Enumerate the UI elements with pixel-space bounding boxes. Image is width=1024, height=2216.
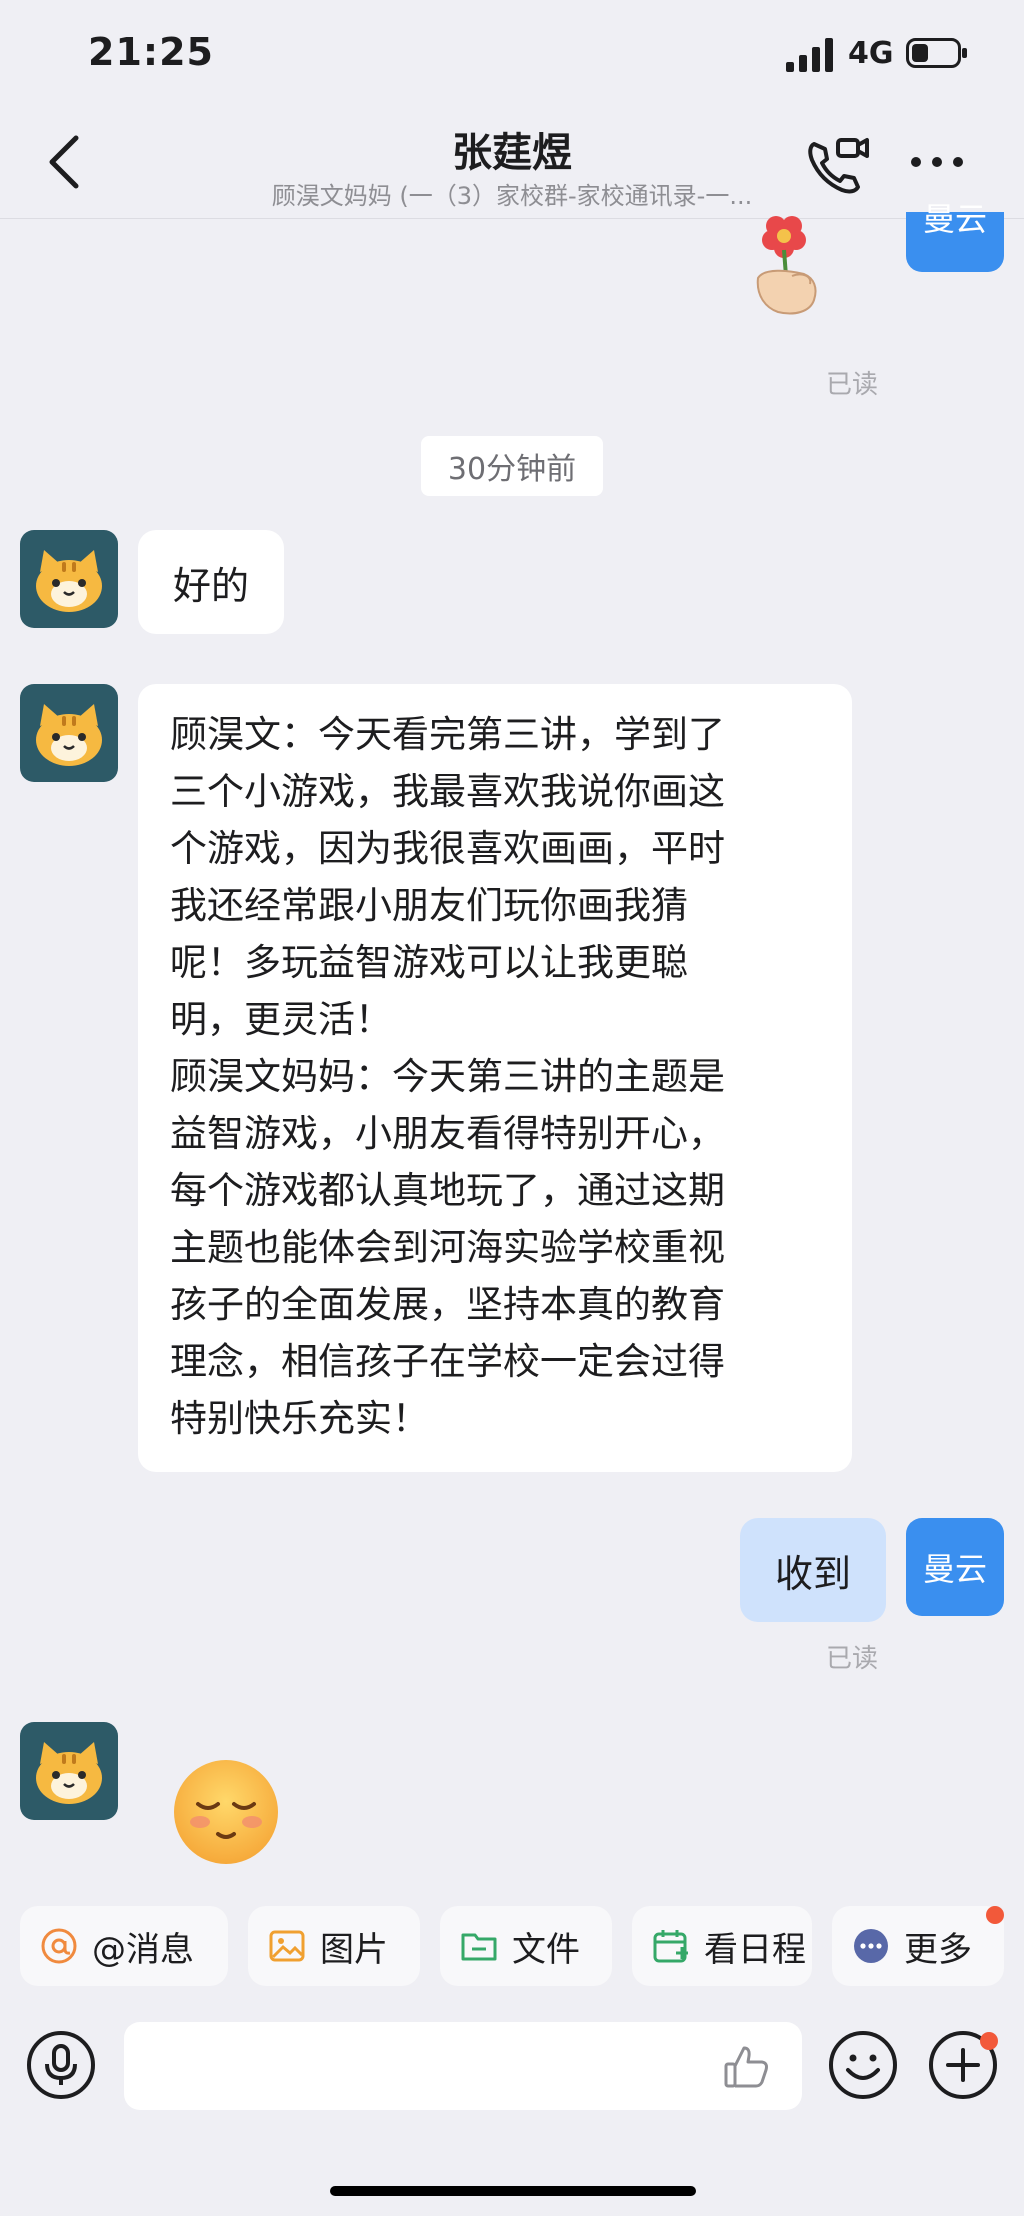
message-bubble-incoming[interactable]: 好的 bbox=[138, 530, 284, 634]
quick-action-more[interactable]: 更多 bbox=[832, 1906, 1004, 1986]
phone-video-icon[interactable] bbox=[806, 136, 870, 194]
my-avatar[interactable]: 曼云 bbox=[906, 200, 1004, 272]
flower-hand-sticker-icon[interactable] bbox=[748, 212, 830, 322]
more-dots-icon[interactable] bbox=[908, 142, 966, 182]
cat-avatar-icon bbox=[36, 550, 102, 612]
calendar-add-icon bbox=[653, 1930, 688, 1963]
contact-avatar[interactable] bbox=[20, 530, 118, 628]
status-time: 21:25 bbox=[88, 30, 214, 74]
contact-avatar[interactable] bbox=[20, 684, 118, 782]
thumbs-up-icon[interactable] bbox=[722, 2042, 772, 2092]
chat-title: 张莛煜 bbox=[452, 130, 572, 176]
microphone-icon[interactable] bbox=[26, 2030, 96, 2100]
my-avatar[interactable]: 曼云 bbox=[906, 1518, 1004, 1616]
signal-icon bbox=[786, 38, 833, 72]
notification-dot bbox=[986, 1906, 1004, 1924]
cat-avatar-icon bbox=[36, 704, 102, 766]
message-bubble-outgoing[interactable]: 收到 bbox=[740, 1518, 886, 1622]
quick-action-calendar[interactable]: 看日程 bbox=[632, 1906, 812, 1986]
contact-avatar[interactable] bbox=[20, 1722, 118, 1820]
message-text: 顾淏文：今天看完第三讲，学到了 三个小游戏，我最喜欢我说你画这 个游戏，因为我很… bbox=[170, 713, 725, 1440]
home-indicator bbox=[330, 2186, 696, 2196]
battery-icon bbox=[906, 38, 967, 68]
quick-action-image[interactable]: 图片 bbox=[248, 1906, 420, 1986]
smiling-face-emoji-icon[interactable] bbox=[170, 1756, 282, 1868]
at-mention-icon bbox=[41, 1928, 77, 1964]
message-input[interactable] bbox=[124, 2022, 802, 2110]
read-receipt: 已读 bbox=[826, 370, 879, 400]
quick-action-mention[interactable]: @消息 bbox=[20, 1906, 228, 1986]
message-timestamp: 30分钟前 bbox=[421, 436, 603, 496]
cat-avatar-icon bbox=[36, 1742, 102, 1804]
image-icon bbox=[269, 1930, 305, 1962]
more-dots-circle-icon bbox=[854, 1929, 888, 1963]
quick-action-file[interactable]: 文件 bbox=[440, 1906, 612, 1986]
folder-icon bbox=[461, 1933, 497, 1961]
chat-subtitle: 顾淏文妈妈 (一（3）家校群-家校通讯录-一... bbox=[271, 182, 753, 210]
network-type: 4G bbox=[848, 36, 894, 71]
smiley-icon[interactable] bbox=[828, 2030, 898, 2100]
read-receipt: 已读 bbox=[826, 1644, 879, 1674]
notification-dot bbox=[980, 2032, 998, 2050]
message-bubble-incoming[interactable]: 顾淏文：今天看完第三讲，学到了 三个小游戏，我最喜欢我说你画这 个游戏，因为我很… bbox=[138, 684, 852, 1472]
